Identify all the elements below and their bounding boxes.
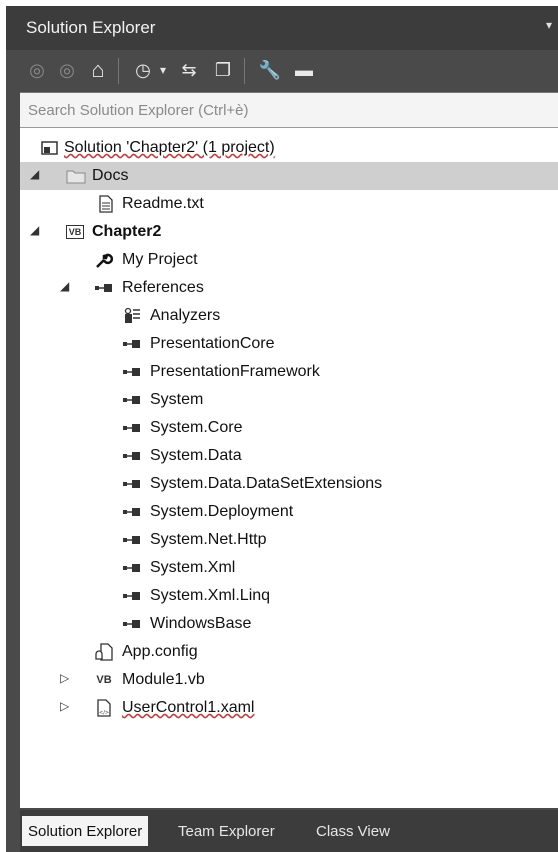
window-menu-icon[interactable]: ▾ — [546, 18, 552, 32]
tree-label: Docs — [92, 167, 129, 184]
toolbar: ◎ ◎ ⌂ ◷ ▾ ⇆ ❐ 🔧 ▬ — [6, 50, 558, 92]
tree-row-reference[interactable]: PresentationCore — [20, 330, 558, 358]
tree-label: Module1.vb — [122, 671, 205, 688]
reference-icon — [122, 334, 142, 354]
xaml-file-icon: </> — [94, 698, 114, 718]
reference-icon — [122, 502, 142, 522]
collapse-all-icon[interactable]: ❐ — [210, 56, 236, 84]
tree-row-reference[interactable]: System.Net.Http — [20, 526, 558, 554]
tree-label: App.config — [122, 643, 198, 660]
tree-label: UserControl1.xaml — [122, 699, 255, 716]
solution-icon — [40, 138, 60, 158]
sync-icon[interactable]: ⇆ — [176, 56, 202, 84]
tree-label: System.Data.DataSetExtensions — [150, 475, 383, 492]
tree-row-reference[interactable]: System.Xml — [20, 554, 558, 582]
tab-solution-explorer[interactable]: Solution Explorer — [22, 816, 149, 846]
home-icon[interactable]: ⌂ — [84, 56, 112, 84]
reference-icon — [122, 390, 142, 410]
tree-row-solution[interactable]: Solution 'Chapter2' (1 project) — [20, 134, 558, 162]
tree-label: My Project — [122, 251, 198, 268]
vb-file-icon: VB — [96, 674, 112, 686]
tree-row-reference[interactable]: PresentationFramework — [20, 358, 558, 386]
tree-row-reference[interactable]: System.Data — [20, 442, 558, 470]
tree-label: WindowsBase — [150, 615, 252, 632]
title-bar: Solution Explorer ▾ — [6, 6, 558, 50]
tree-row-app-config[interactable]: App.config — [20, 638, 558, 666]
tree-label: System — [150, 391, 204, 408]
toolbar-separator — [118, 58, 119, 84]
vb-project-icon: VB — [64, 222, 86, 242]
tree-label: PresentationFramework — [150, 363, 320, 380]
tree-label: Chapter2 — [92, 223, 162, 240]
tree-label: System.Deployment — [150, 503, 294, 520]
chevron-down-icon[interactable]: ▾ — [156, 56, 170, 84]
wrench-icon[interactable]: 🔧 — [256, 56, 284, 84]
bottom-tabs: Solution Explorer Team Explorer Class Vi… — [20, 810, 558, 852]
reference-icon — [122, 362, 142, 382]
expand-caret-icon[interactable]: ◢ — [30, 223, 39, 237]
expand-caret-icon[interactable]: ◢ — [60, 279, 69, 293]
collapsed-caret-icon[interactable]: ▷ — [60, 699, 69, 713]
reference-icon — [94, 278, 114, 298]
window-title: Solution Explorer — [26, 18, 156, 37]
tree-label: PresentationCore — [150, 335, 275, 352]
reference-icon — [122, 474, 142, 494]
preview-icon[interactable]: ▬ — [290, 56, 318, 84]
tab-team-explorer[interactable]: Team Explorer — [172, 816, 281, 846]
tree-row-module1[interactable]: ▷ VB Module1.vb — [20, 666, 558, 694]
tree-row-readme[interactable]: Readme.txt — [20, 190, 558, 218]
toolbar-separator — [244, 58, 245, 84]
vb-badge: VB — [65, 225, 85, 239]
tree-label: System.Core — [150, 419, 243, 436]
tree-row-usercontrol[interactable]: ▷ </> UserControl1.xaml — [20, 694, 558, 722]
tree-label: Solution 'Chapter2' (1 project) — [64, 139, 275, 156]
reference-icon — [122, 558, 142, 578]
solution-tree: Solution 'Chapter2' (1 project) ◢ Docs R… — [20, 128, 558, 808]
wrench-icon — [94, 250, 114, 270]
tree-row-reference[interactable]: System.Xml.Linq — [20, 582, 558, 610]
tree-label: System.Net.Http — [150, 531, 267, 548]
tree-label: Readme.txt — [122, 195, 204, 212]
tree-label: System.Data — [150, 447, 242, 464]
search-box — [20, 92, 558, 128]
tree-row-docs[interactable]: ◢ Docs — [20, 162, 558, 190]
svg-text:</>: </> — [99, 710, 109, 716]
reference-icon — [122, 446, 142, 466]
tree-row-analyzers[interactable]: Analyzers — [20, 302, 558, 330]
back-icon[interactable]: ◎ — [24, 56, 50, 84]
tree-row-reference[interactable]: System.Deployment — [20, 498, 558, 526]
tree-row-reference[interactable]: System.Core — [20, 414, 558, 442]
reference-icon — [122, 586, 142, 606]
tree-row-reference[interactable]: System.Data.DataSetExtensions — [20, 470, 558, 498]
tree-row-reference[interactable]: WindowsBase — [20, 610, 558, 638]
text-file-icon — [96, 194, 116, 214]
history-icon[interactable]: ◷ — [130, 56, 156, 84]
tree-row-reference[interactable]: System — [20, 386, 558, 414]
folder-icon — [66, 166, 86, 186]
search-input[interactable] — [20, 93, 558, 127]
config-file-icon — [94, 642, 114, 662]
tree-label: System.Xml.Linq — [150, 587, 271, 604]
forward-icon[interactable]: ◎ — [54, 56, 80, 84]
collapsed-caret-icon[interactable]: ▷ — [60, 671, 69, 685]
reference-icon — [122, 614, 142, 634]
analyzer-icon — [122, 306, 142, 326]
tree-label: Analyzers — [150, 307, 221, 324]
expand-caret-icon[interactable]: ◢ — [30, 167, 39, 181]
tab-class-view[interactable]: Class View — [310, 816, 396, 846]
tree-row-project[interactable]: ◢ VB Chapter2 — [20, 218, 558, 246]
reference-icon — [122, 530, 142, 550]
tree-label: System.Xml — [150, 559, 236, 576]
tree-row-my-project[interactable]: My Project — [20, 246, 558, 274]
tree-label: References — [122, 279, 204, 296]
reference-icon — [122, 418, 142, 438]
tree-row-references[interactable]: ◢ References — [20, 274, 558, 302]
